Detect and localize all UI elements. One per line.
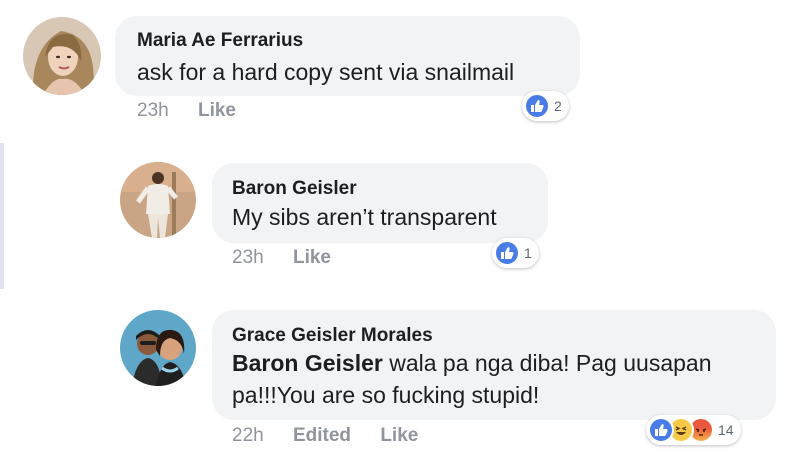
comment-text: My sibs aren’t transparent [232,204,497,230]
reaction-summary[interactable]: 2 [522,91,569,121]
comment-bubble: Grace Geisler Morales Baron Geisler wala… [212,310,776,420]
like-icon [524,93,550,119]
comment-text: Baron Geisler wala pa nga diba! Pag uusa… [232,347,762,411]
avatar-grace[interactable] [120,310,196,386]
comment-timestamp[interactable]: 23h [137,100,169,121]
comment-text: ask for a hard copy sent via snailmail [137,59,515,85]
reply-thread-line [0,143,4,289]
like-link[interactable]: Like [198,100,236,121]
comment-timestamp[interactable]: 22h [232,425,264,446]
comment-bubble: Maria Ae Ferrarius ask for a hard copy s… [115,16,580,96]
avatar-maria[interactable] [23,17,101,95]
reaction-summary[interactable]: 14 [646,415,741,445]
reaction-summary[interactable]: 1 [492,238,539,268]
mention-link[interactable]: Baron Geisler [232,350,383,376]
comment-timestamp[interactable]: 23h [232,247,264,268]
comment-actions: 22h Edited Like [232,425,418,447]
reaction-count: 1 [524,245,532,261]
reaction-count: 14 [718,422,734,438]
edited-label[interactable]: Edited [293,425,351,446]
like-icon [494,240,520,266]
comment-author[interactable]: Grace Geisler Morales [232,325,433,347]
avatar-baron[interactable] [120,162,196,238]
like-icon [648,417,674,443]
reaction-count: 2 [554,98,562,114]
like-link[interactable]: Like [293,247,331,268]
comment-author[interactable]: Baron Geisler [232,178,357,200]
comment-author[interactable]: Maria Ae Ferrarius [137,30,303,52]
like-link[interactable]: Like [380,425,418,446]
comment-actions: 23h Like [232,247,331,269]
comment-bubble: Baron Geisler My sibs aren’t transparent [212,163,548,243]
comment-actions: 23h Like [137,100,236,122]
comment-thread: Maria Ae Ferrarius ask for a hard copy s… [0,0,800,466]
